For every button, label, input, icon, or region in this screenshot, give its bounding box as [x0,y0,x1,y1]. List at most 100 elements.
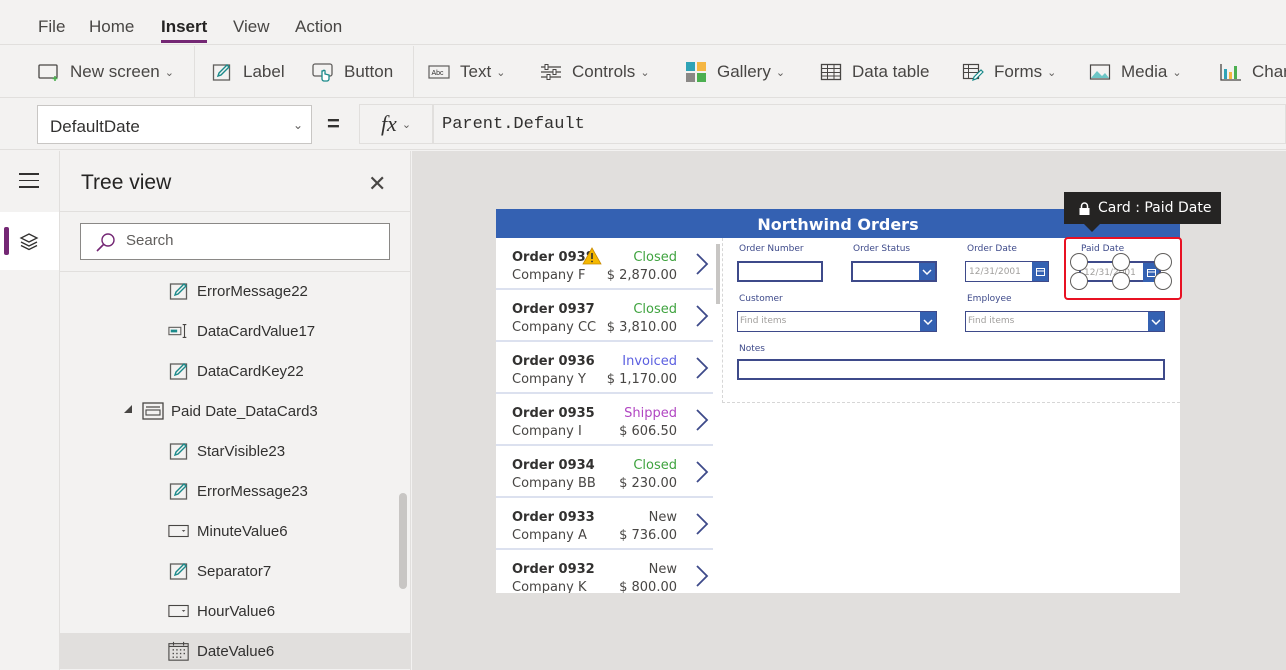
chevron-right-icon[interactable] [695,304,709,333]
tree-item[interactable]: MinuteValue6 [60,513,411,549]
company-name: Company K [512,580,587,593]
employee-label: Employee [967,294,1012,304]
tree-item-label: Separator7 [197,562,272,580]
resize-handle[interactable] [1070,272,1088,290]
dropdown-icon [168,600,190,622]
chevron-right-icon[interactable] [695,356,709,385]
resize-handle[interactable] [1070,253,1088,271]
gallery-button[interactable]: Gallery ⌄ [685,59,785,85]
left-rail [0,151,60,670]
order-number-input[interactable] [737,261,823,282]
resize-handle[interactable] [1154,253,1172,271]
label-icon [211,61,233,83]
calendar-icon [168,640,190,662]
order-amount: $ 606.50 [619,424,677,439]
menu-home[interactable]: Home [89,17,134,37]
order-status-dropdown[interactable] [851,261,937,282]
tree-scrollbar[interactable] [399,493,407,589]
tree-item[interactable]: Paid Date_DataCard3 [60,393,411,429]
order-number: Order 0934 [512,458,595,473]
order-number: Order 0935 [512,406,595,421]
chevron-down-icon: ⌄ [1047,66,1057,79]
customer-combobox[interactable]: Find items [737,311,937,332]
new-screen-button[interactable]: New screen ⌄ [38,59,174,85]
property-dropdown[interactable]: DefaultDate ⌄ [37,105,312,144]
calendar-icon [1032,262,1048,281]
chevron-right-icon[interactable] [695,564,709,593]
button-button[interactable]: Button [312,59,393,85]
order-list-item[interactable]: Order 0934 Company BB Closed $ 230.00 [496,446,713,498]
menu-action[interactable]: Action [295,17,342,37]
search-input[interactable] [126,232,376,249]
order-status: Closed [633,302,677,317]
orders-gallery: Order 0932 Company K New $ 800.00 Order 0933… [496,238,722,593]
resize-handle[interactable] [1154,272,1172,290]
order-amount: $ 736.00 [619,528,677,543]
notes-label: Notes [739,344,765,354]
hamburger-menu-icon[interactable] [19,173,39,193]
order-list-item[interactable]: Order 0933 Company A New $ 736.00 [496,498,713,550]
close-icon[interactable]: ✕ [368,171,386,197]
equals-sign: = [327,111,340,136]
ribbon-separator [194,46,195,98]
tree-item[interactable]: StarVisible23 [60,433,411,469]
resize-handle[interactable] [1112,272,1130,290]
search-box[interactable] [80,223,390,260]
label-icon [168,280,190,302]
tree-item[interactable]: ErrorMessage22 [60,273,411,309]
tree-item-label: DataCardKey22 [197,362,304,380]
resize-handle[interactable] [1112,253,1130,271]
chevron-right-icon[interactable] [695,408,709,437]
expand-collapse-icon[interactable] [124,405,132,413]
order-status-label: Order Status [853,244,911,254]
media-icon [1089,61,1111,83]
order-list-item[interactable]: Order 0937 Company CC Closed $ 3,810.00 [496,290,713,342]
chevron-right-icon[interactable] [695,512,709,541]
tree-item-label: ErrorMessage23 [197,482,308,500]
text-button[interactable]: Abc Text ⌄ [428,59,505,85]
label-icon [168,480,190,502]
chevron-right-icon[interactable] [695,252,709,281]
formula-input[interactable]: Parent.Default [433,104,1286,144]
gallery-scrollbar[interactable] [714,238,722,593]
svg-text:Abc: Abc [432,70,445,77]
employee-combobox[interactable]: Find items [965,311,1165,332]
notes-input[interactable] [737,359,1165,380]
order-list-item[interactable]: Order 0938 Company F Closed $ 2,870.00 [496,238,713,290]
company-name: Company BB [512,476,596,491]
data-table-button[interactable]: Data table [820,59,930,85]
controls-button[interactable]: Controls ⌄ [540,59,650,85]
tree-item-label: ErrorMessage22 [197,282,308,300]
charts-button[interactable]: Charts [1220,59,1286,85]
order-list-item[interactable]: Order 0936 Company Y Invoiced $ 1,170.00 [496,342,713,394]
tree-item[interactable]: HourValue6 [60,593,411,629]
company-name: Company F [512,268,586,283]
tree-item[interactable]: Separator7 [60,553,411,589]
order-date-picker[interactable]: 12/31/2001 [965,261,1049,282]
menu-view[interactable]: View [233,17,270,37]
menu-file[interactable]: File [38,17,65,37]
order-status: New [648,562,677,577]
chart-icon [1220,61,1242,83]
tree-item[interactable]: DataCardValue17 [60,313,411,349]
tree-item[interactable]: ErrorMessage23 [60,473,411,509]
chevron-right-icon[interactable] [695,460,709,489]
tree-item[interactable]: DateValue6 [60,633,411,669]
tree-view-tab[interactable] [0,212,59,270]
forms-button[interactable]: Forms ⌄ [962,59,1056,85]
tree-item[interactable]: DataCardKey22 [60,353,411,389]
company-name: Company A [512,528,587,543]
fx-button[interactable]: fx ⌄ [359,104,433,144]
menu-insert[interactable]: Insert [161,17,208,43]
order-status: Closed [633,250,677,265]
label-icon [168,560,190,582]
label-button[interactable]: Label [211,59,285,85]
order-list-item[interactable]: Order 0935 Company I Shipped $ 606.50 [496,394,713,446]
controls-icon [540,61,562,83]
lock-icon [1079,201,1090,215]
company-name: Company Y [512,372,586,387]
order-amount: $ 2,870.00 [606,268,677,283]
text-input-icon [168,320,190,342]
order-list-item[interactable]: Order 0932 Company K New $ 800.00 [496,550,713,593]
media-button[interactable]: Media ⌄ [1089,59,1182,85]
